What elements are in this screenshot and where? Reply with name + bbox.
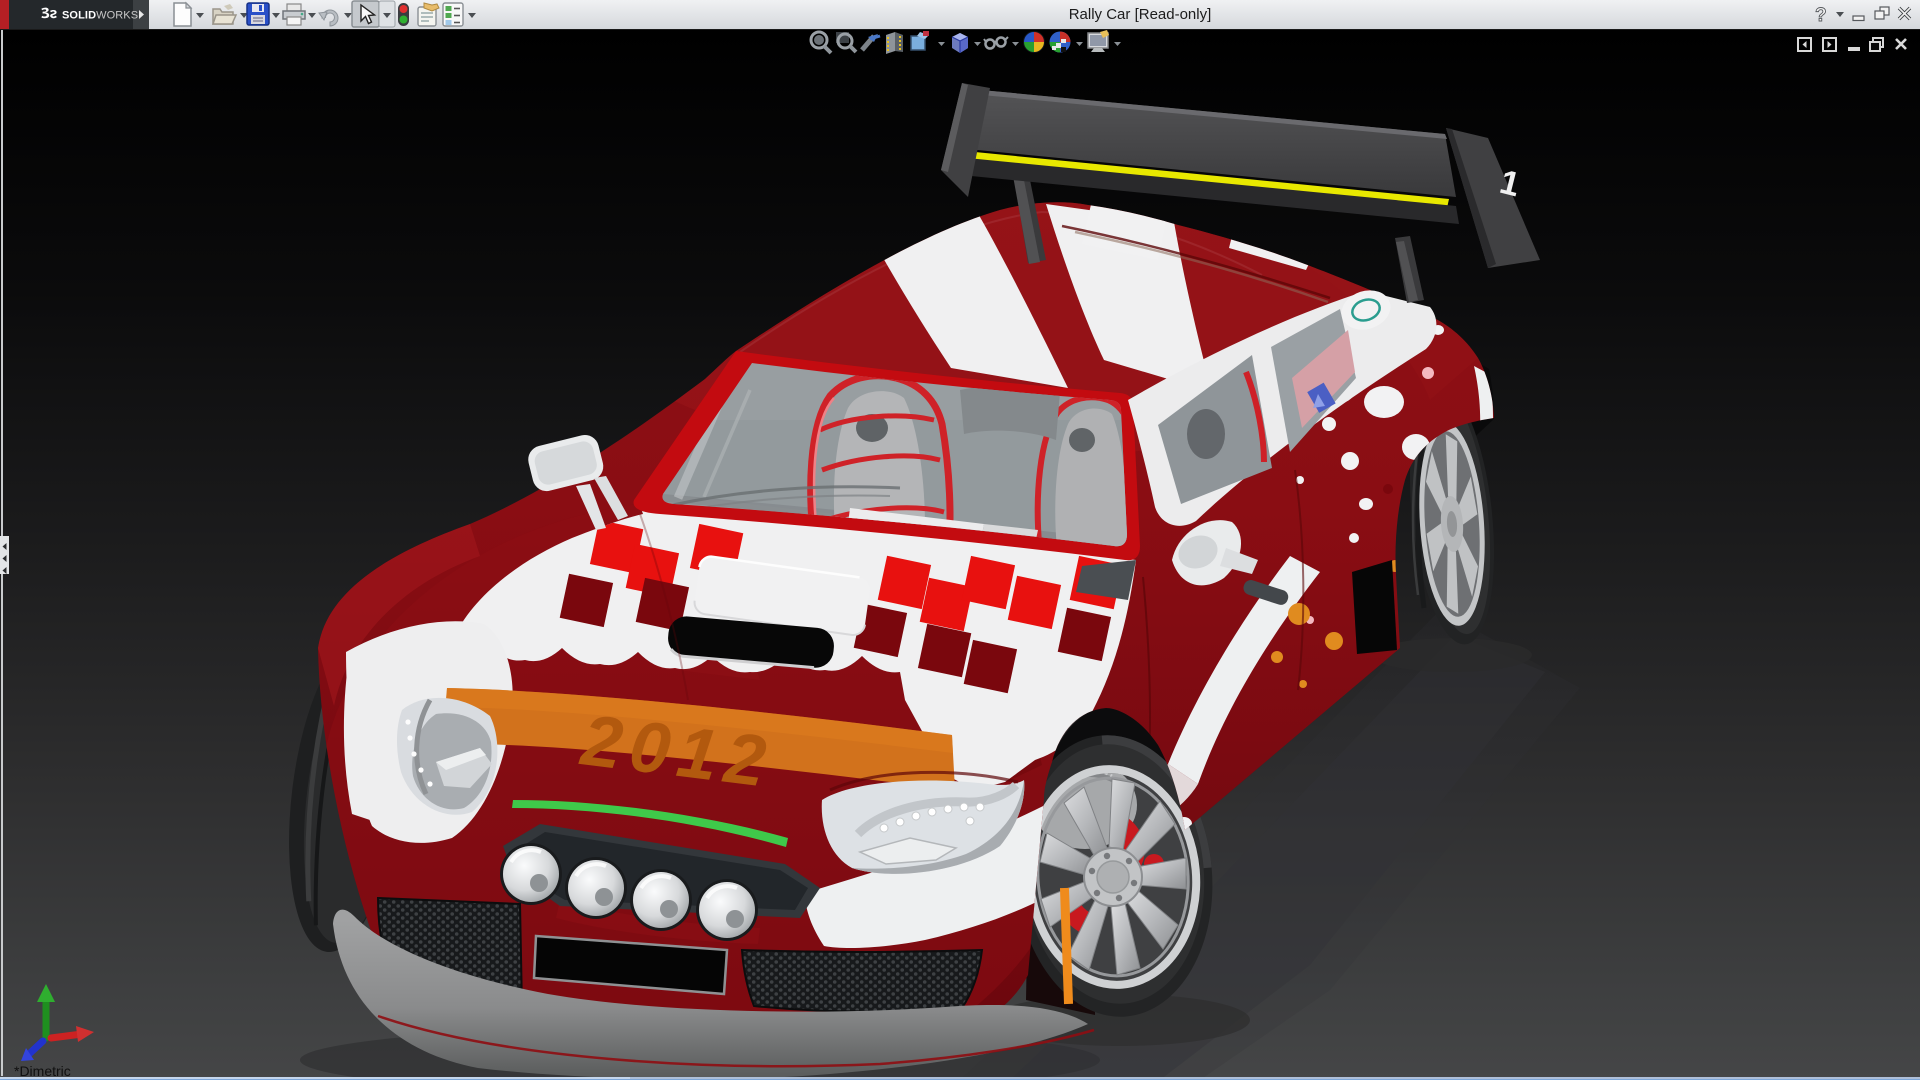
svg-text:SOLIDWORKS: SOLIDWORKS [62,10,138,22]
svg-text:?: ? [1815,5,1827,26]
svg-text:*Dimetric: *Dimetric [14,1063,71,1079]
